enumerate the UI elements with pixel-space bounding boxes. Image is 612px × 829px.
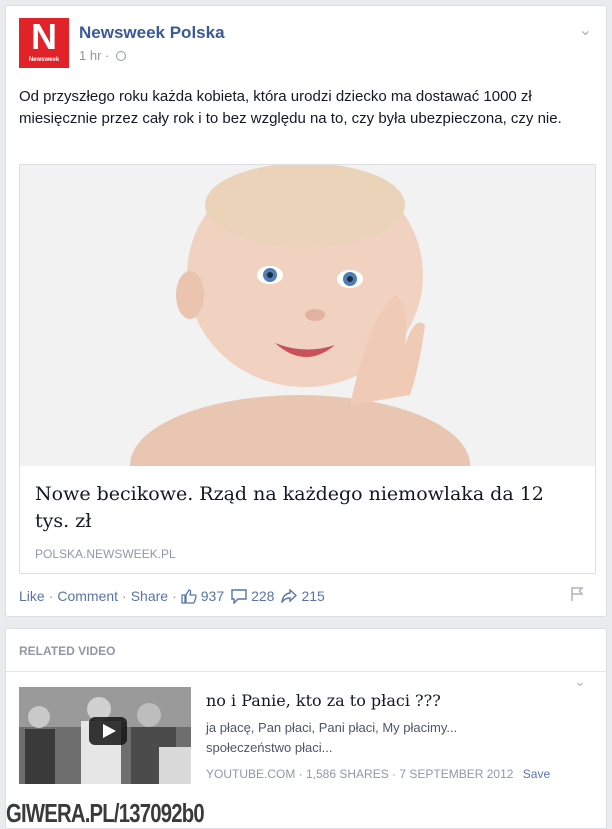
page-name-link[interactable]: Newsweek Polska	[79, 23, 225, 43]
like-button[interactable]: Like	[19, 588, 45, 604]
video-description: ja płacę, Pan płaci, Pani płaci, My płac…	[206, 720, 458, 755]
play-icon[interactable]	[89, 717, 127, 745]
action-separator: ·	[172, 588, 177, 604]
link-title[interactable]: Nowe becikowe. Rząd na każdego niemowlak…	[35, 481, 580, 535]
divider	[6, 671, 606, 672]
video-meta: YOUTUBE.COM · 1,586 SHARES · 7 SEPTEMBER…	[206, 767, 550, 781]
action-bar: Like · Comment · Share · 937 228 215	[19, 588, 325, 604]
post-meta: 1 hr ·	[79, 48, 126, 63]
chevron-down-icon[interactable]: ⌄	[579, 20, 592, 40]
post-time[interactable]: 1 hr	[79, 48, 101, 63]
dot-separator: ·	[105, 48, 110, 63]
link-domain: POLSKA.NEWSWEEK.PL	[35, 547, 176, 561]
likes-count[interactable]: 937	[201, 588, 224, 604]
logo-letter: N	[31, 16, 57, 57]
share-arrow-icon[interactable]	[281, 589, 298, 603]
flag-icon[interactable]	[570, 586, 584, 602]
video-source-info: YOUTUBE.COM · 1,586 SHARES · 7 SEPTEMBER…	[206, 767, 514, 781]
link-preview[interactable]: Nowe becikowe. Rząd na każdego niemowlak…	[19, 164, 596, 574]
action-separator: ·	[122, 588, 127, 604]
share-button[interactable]: Share	[131, 588, 168, 604]
comment-icon[interactable]	[231, 588, 247, 604]
post-text: Od przyszłego roku każda kobieta, która …	[19, 88, 562, 127]
logo-word: Newsweek	[28, 57, 60, 63]
baby-photo	[20, 165, 595, 466]
shares-count[interactable]: 215	[301, 588, 324, 604]
page-logo[interactable]: N Newsweek	[19, 18, 69, 68]
chevron-down-icon[interactable]: ⌄	[574, 673, 586, 690]
thumbs-up-icon[interactable]	[181, 588, 197, 604]
save-button[interactable]: Save	[523, 767, 550, 781]
globe-icon	[116, 51, 126, 61]
video-title[interactable]: no i Panie, kto za to płaci ???	[206, 691, 441, 710]
comments-count[interactable]: 228	[251, 588, 274, 604]
related-video-heading: RELATED VIDEO	[19, 644, 116, 658]
comment-button[interactable]: Comment	[57, 588, 118, 604]
action-separator: ·	[48, 588, 54, 604]
video-thumbnail[interactable]	[19, 687, 191, 784]
post-card: N Newsweek Newsweek Polska 1 hr · ⌄ Od p…	[5, 5, 607, 617]
watermark: GIWERA.PL/137092b0	[6, 798, 205, 828]
